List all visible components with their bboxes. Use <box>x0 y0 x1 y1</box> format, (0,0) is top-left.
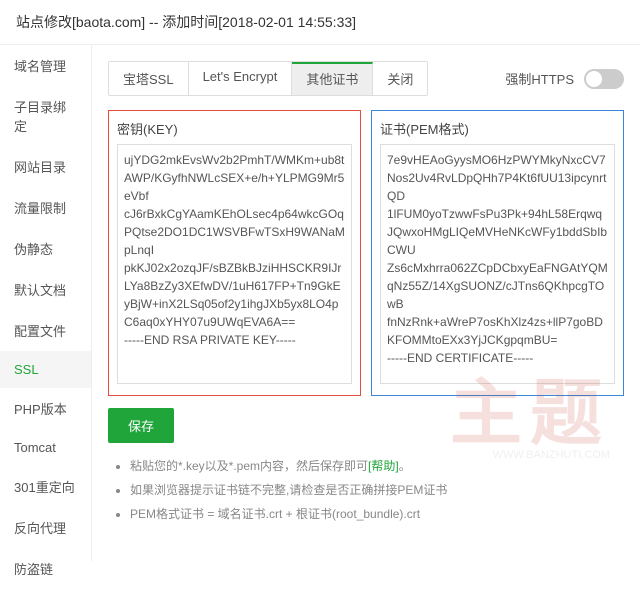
sidebar: 域名管理 子目录绑定 网站目录 流量限制 伪静态 默认文档 配置文件 SSL P… <box>0 45 92 561</box>
force-https-label: 强制HTTPS <box>505 69 574 88</box>
cert-row: 密钥(KEY) 证书(PEM格式) <box>108 110 624 396</box>
key-textarea[interactable] <box>117 144 352 384</box>
sidebar-item-traffic[interactable]: 流量限制 <box>0 187 91 228</box>
pem-textarea[interactable] <box>380 144 615 384</box>
sidebar-item-rewrite[interactable]: 伪静态 <box>0 228 91 269</box>
tabs-row: 宝塔SSL Let's Encrypt 其他证书 关闭 强制HTTPS <box>108 61 624 96</box>
sidebar-item-php[interactable]: PHP版本 <box>0 388 91 429</box>
help-link[interactable]: [帮助] <box>368 459 399 473</box>
tab-other-cert[interactable]: 其他证书 <box>292 62 373 95</box>
key-box: 密钥(KEY) <box>108 110 361 396</box>
sidebar-item-subdir[interactable]: 子目录绑定 <box>0 86 91 146</box>
main-panel: 宝塔SSL Let's Encrypt 其他证书 关闭 强制HTTPS 密钥(K… <box>92 45 640 561</box>
force-https-switch[interactable] <box>584 69 624 89</box>
sidebar-item-hotlink[interactable]: 防盗链 <box>0 548 91 589</box>
sidebar-item-proxy[interactable]: 反向代理 <box>0 507 91 548</box>
pem-box: 证书(PEM格式) <box>371 110 624 396</box>
sidebar-item-webdir[interactable]: 网站目录 <box>0 146 91 187</box>
save-button[interactable]: 保存 <box>108 408 174 443</box>
tabs: 宝塔SSL Let's Encrypt 其他证书 关闭 <box>108 61 428 96</box>
sidebar-item-301[interactable]: 301重定向 <box>0 466 91 507</box>
sidebar-item-config[interactable]: 配置文件 <box>0 310 91 351</box>
tip-3: PEM格式证书 = 域名证书.crt + 根证书(root_bundle).cr… <box>130 505 624 523</box>
tips-list: 粘贴您的*.key以及*.pem内容，然后保存即可[帮助]。 如果浏览器提示证书… <box>108 457 624 523</box>
window-title: 站点修改[baota.com] -- 添加时间[2018-02-01 14:55… <box>0 0 640 45</box>
container: 域名管理 子目录绑定 网站目录 流量限制 伪静态 默认文档 配置文件 SSL P… <box>0 45 640 561</box>
pem-label: 证书(PEM格式) <box>380 119 615 138</box>
sidebar-item-domain[interactable]: 域名管理 <box>0 45 91 86</box>
force-https: 强制HTTPS <box>505 69 624 89</box>
tab-lets-encrypt[interactable]: Let's Encrypt <box>189 62 293 95</box>
key-label: 密钥(KEY) <box>117 119 352 138</box>
tip-2: 如果浏览器提示证书链不完整,请检查是否正确拼接PEM证书 <box>130 481 624 499</box>
tip-1: 粘贴您的*.key以及*.pem内容，然后保存即可[帮助]。 <box>130 457 624 475</box>
tab-close[interactable]: 关闭 <box>373 62 427 95</box>
sidebar-item-tomcat[interactable]: Tomcat <box>0 429 91 466</box>
tab-baota-ssl[interactable]: 宝塔SSL <box>109 62 189 95</box>
sidebar-item-defaultdoc[interactable]: 默认文档 <box>0 269 91 310</box>
sidebar-item-ssl[interactable]: SSL <box>0 351 91 388</box>
